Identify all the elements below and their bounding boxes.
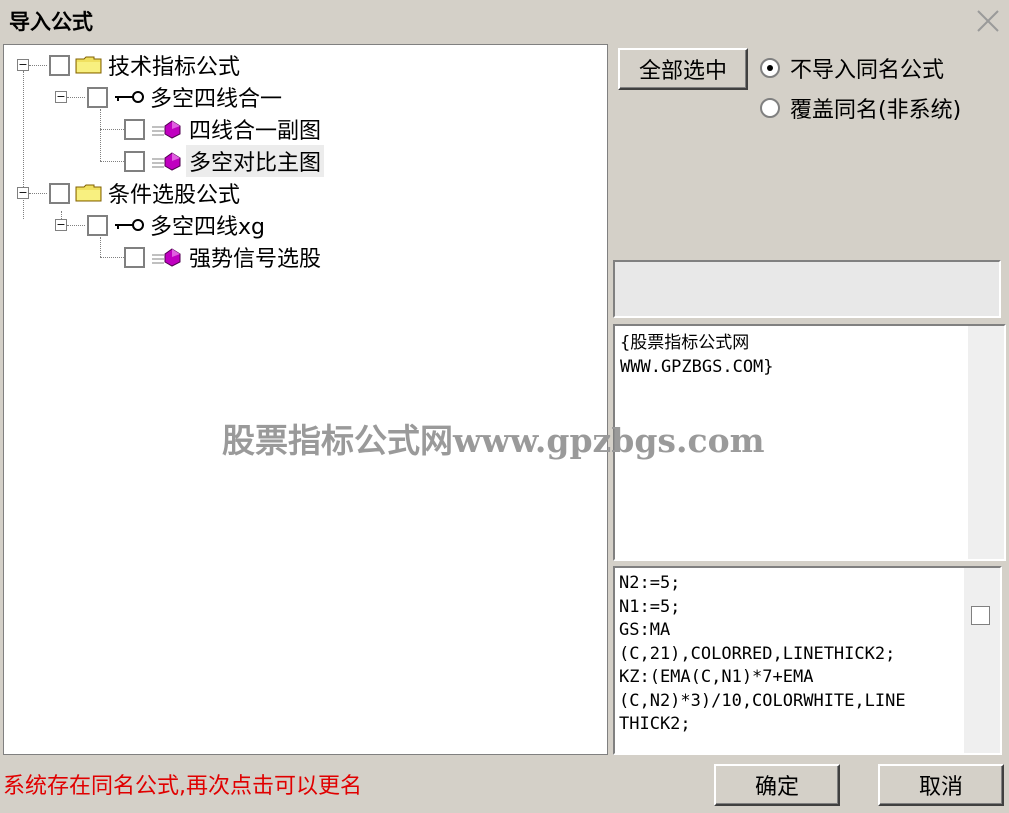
formula-tree-panel[interactable]: − − − − 技术指标公式 多空四线合一 四线合一副图 多空对比主图 条件选股… (3, 44, 608, 755)
node-checkbox[interactable] (124, 118, 145, 140)
code-line: GS:MA (619, 620, 671, 640)
tree-node-label: 多空对比主图 (186, 145, 325, 177)
formula-gem-icon (150, 119, 184, 139)
close-icon (977, 10, 999, 32)
watermark: 股票指标公式网www.gpzbgs.com (222, 421, 765, 460)
key-icon (113, 87, 145, 107)
folder-icon (75, 55, 103, 75)
description-line: WWW.GPZBGS.COM} (620, 356, 774, 377)
code-line: N1:=5; (619, 596, 681, 617)
status-message: 系统存在同名公式,再次点击可以更名 (3, 774, 362, 799)
tree-node-label: 条件选股公式 (108, 183, 241, 208)
tree-node-formula-group[interactable]: 多空四线合一 (87, 82, 285, 112)
scrollbar-track[interactable] (964, 568, 1000, 753)
code-line: KZ:(EMA(C,N1)*7+EMA (619, 667, 814, 687)
code-line: N2:=5; (619, 573, 681, 593)
node-checkbox[interactable] (124, 150, 145, 172)
tree-node-category[interactable]: 条件选股公式 (49, 178, 243, 208)
tree-node-label: 多空四线xg (150, 215, 265, 240)
tree-node-formula[interactable]: 四线合一副图 (124, 114, 324, 144)
node-checkbox[interactable] (87, 86, 108, 108)
radio-no-import[interactable]: 不导入同名公式 (760, 52, 944, 84)
key-icon (113, 215, 145, 235)
radio-overwrite[interactable]: 覆盖同名(非系统) (760, 92, 961, 124)
node-checkbox[interactable] (124, 246, 145, 268)
code-checkbox[interactable] (971, 606, 990, 625)
tree-node-category[interactable]: 技术指标公式 (49, 50, 243, 80)
select-all-button[interactable]: 全部选中 (618, 48, 748, 90)
tree-connector (29, 193, 47, 194)
description-line: {股票指标公式网 (620, 333, 750, 353)
code-line: (C,N2)*3)/10,COLORWHITE,LINE (619, 690, 906, 711)
code-box[interactable]: N2:=5; N1:=5; GS:MA (C,21),COLORRED,LINETHI… (613, 566, 1002, 755)
tree-connector (100, 129, 124, 130)
collapse-toggle[interactable]: − (55, 91, 67, 103)
node-checkbox[interactable] (49, 182, 70, 204)
tree-node-label: 强势信号选股 (189, 247, 322, 272)
tree-connector (100, 237, 101, 257)
cancel-button[interactable]: 取消 (878, 764, 1004, 806)
tree-node-formula[interactable]: 强势信号选股 (124, 242, 324, 272)
tree-node-label: 四线合一副图 (189, 119, 322, 144)
scrollbar-track[interactable] (968, 326, 1004, 559)
radio-button[interactable] (760, 58, 780, 78)
radio-label: 覆盖同名(非系统) (790, 98, 962, 123)
code-line: (C,21),COLORRED,LINETHICK2; (619, 643, 896, 664)
formula-tree: − − − − 技术指标公式 多空四线合一 四线合一副图 多空对比主图 条件选股… (4, 45, 607, 754)
close-button[interactable] (973, 6, 1003, 36)
tree-connector (100, 109, 101, 161)
node-checkbox[interactable] (87, 214, 108, 236)
collapse-toggle[interactable]: − (55, 219, 67, 231)
ok-button[interactable]: 确定 (714, 764, 840, 806)
window-title: 导入公式 (9, 10, 93, 34)
tree-connector (100, 161, 124, 162)
folder-icon (75, 183, 103, 203)
tree-node-formula-group[interactable]: 多空四线xg (87, 210, 268, 240)
radio-button[interactable] (760, 98, 780, 118)
formula-gem-icon (150, 151, 184, 171)
node-checkbox[interactable] (49, 54, 70, 76)
collapse-toggle[interactable]: − (17, 187, 29, 199)
collapse-toggle[interactable]: − (17, 59, 29, 71)
formula-gem-icon (150, 247, 184, 267)
tree-node-label: 多空四线合一 (150, 87, 283, 112)
tree-connector (67, 225, 85, 226)
title-bar: 导入公式 (0, 0, 1009, 42)
tree-connector (29, 65, 47, 66)
description-text: {股票指标公式网 WWW.GPZBGS.COM} (620, 332, 774, 379)
tree-node-label: 技术指标公式 (108, 55, 241, 80)
tree-connector (67, 97, 85, 98)
tree-node-formula[interactable]: 多空对比主图 (124, 145, 325, 177)
radio-label: 不导入同名公式 (790, 58, 945, 83)
tree-connector (100, 257, 124, 258)
code-line: THICK2; (619, 714, 691, 734)
code-text: N2:=5; N1:=5; GS:MA (C,21),COLORRED,LINETHI… (619, 572, 906, 737)
info-box (613, 260, 1001, 318)
